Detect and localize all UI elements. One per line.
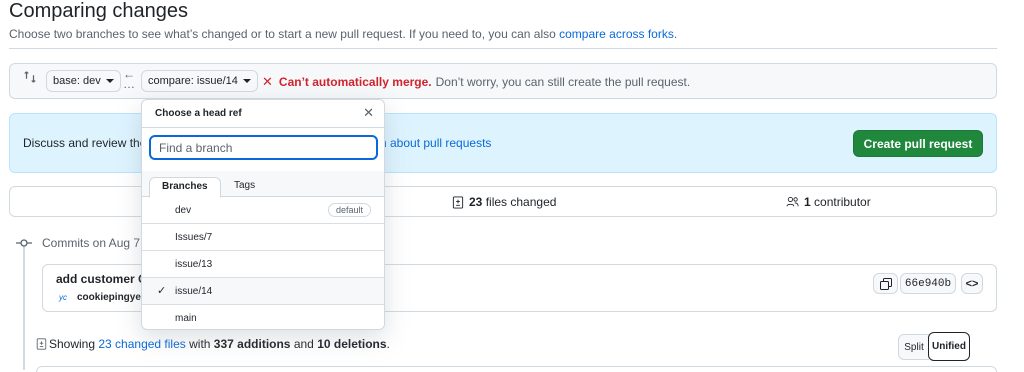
browse-repo-button[interactable]: <>: [961, 273, 983, 294]
timeline-line: [23, 240, 25, 370]
compare-across-forks-link[interactable]: compare across forks: [559, 27, 674, 41]
summary-and: and: [290, 337, 318, 351]
triangle-down-icon: [105, 79, 114, 83]
unified-view-button[interactable]: Unified: [928, 332, 970, 361]
branch-select-menu: Choose a head ref ✕ Branches Tags dev de…: [141, 99, 385, 330]
learn-pull-requests-link[interactable]: n about pull requests: [380, 136, 491, 150]
merge-error-text: Can’t automatically merge.: [278, 75, 432, 89]
commit-sha-button[interactable]: 66e940b: [900, 273, 956, 294]
branch-name: Issues/7: [175, 231, 213, 243]
page-title: Comparing changes: [9, 0, 188, 22]
files-label: files changed: [485, 195, 557, 209]
commit-title-link[interactable]: add customer C: [56, 272, 147, 286]
contributors-label: contributor: [814, 195, 871, 209]
commit-author-link[interactable]: cookiepingye: [77, 292, 141, 303]
merge-status: ✕ Can’t automatically merge. Don’t worry…: [262, 74, 690, 90]
merge-message-text: Don’t worry, you can still create the pu…: [435, 75, 691, 89]
arrow-left-icon: ←…: [123, 67, 135, 91]
base-branch-button[interactable]: base: dev: [46, 70, 121, 92]
copy-sha-button[interactable]: [873, 273, 898, 294]
subtitle-suffix: .: [673, 27, 678, 41]
code-icon: <>: [965, 277, 979, 290]
triangle-down-icon: [242, 79, 251, 83]
diff-summary: Showing 23 changed files with 337 additi…: [36, 337, 390, 351]
git-compare-icon: [23, 70, 37, 87]
compare-branch-label: compare: issue/14: [148, 75, 238, 87]
branch-name: issue/14: [175, 285, 213, 297]
x-icon: ✕: [262, 74, 273, 89]
branch-name: issue/13: [175, 258, 213, 270]
divider: [9, 48, 997, 49]
summary-end: .: [386, 337, 390, 351]
files-count: 23: [469, 195, 483, 209]
tab-branches[interactable]: Branches: [149, 177, 221, 198]
copy-icon: [879, 277, 892, 290]
summary-middle: with: [185, 337, 214, 351]
default-badge: default: [327, 203, 371, 217]
branch-item-issues-7[interactable]: Issues/7: [142, 224, 384, 251]
check-icon: ✓: [157, 285, 167, 297]
base-branch-label: base: dev: [53, 75, 101, 87]
menu-title: Choose a head ref: [155, 108, 242, 119]
menu-header: Choose a head ref ✕: [142, 100, 384, 128]
tab-tags[interactable]: Tags: [222, 177, 267, 197]
deletions-count: 10 deletions: [317, 337, 387, 351]
commits-date-heading: Commits on Aug 7,: [42, 236, 144, 250]
git-commit-icon: [15, 236, 33, 250]
files-changed-stat[interactable]: 23 files changed: [452, 195, 556, 209]
page-subtitle: Choose two branches to see what’s change…: [9, 27, 677, 41]
split-view-button[interactable]: Split: [898, 334, 929, 360]
branch-item-dev[interactable]: dev default: [142, 197, 384, 224]
contributors-count: 1: [804, 195, 811, 209]
create-pull-request-button[interactable]: Create pull request: [853, 130, 983, 157]
summary-prefix: Showing: [49, 337, 96, 351]
subtitle-text: Choose two branches to see what’s change…: [9, 27, 560, 41]
file-diff-icon: [452, 195, 464, 209]
branch-item-issue-13[interactable]: issue/13: [142, 251, 384, 278]
changed-files-link[interactable]: 23 changed files: [98, 337, 185, 351]
branch-item-main[interactable]: main: [142, 305, 384, 329]
discuss-text: Discuss and review the: [23, 136, 147, 150]
branch-name: main: [175, 313, 197, 324]
branch-name: dev: [175, 204, 192, 216]
additions-count: 337 additions: [213, 337, 291, 351]
branch-filter-input[interactable]: [149, 135, 378, 160]
menu-tabs: Branches Tags: [142, 171, 384, 198]
branch-item-issue-14[interactable]: ✓ issue/14: [142, 278, 384, 305]
file-diff-container: [36, 366, 997, 372]
people-icon: [786, 196, 799, 207]
contributors-stat[interactable]: 1 contributor: [786, 195, 871, 209]
compare-branch-button[interactable]: compare: issue/14: [141, 70, 258, 92]
file-diff-icon: [36, 338, 47, 350]
close-icon[interactable]: ✕: [363, 105, 374, 121]
avatar[interactable]: yc: [59, 293, 71, 303]
